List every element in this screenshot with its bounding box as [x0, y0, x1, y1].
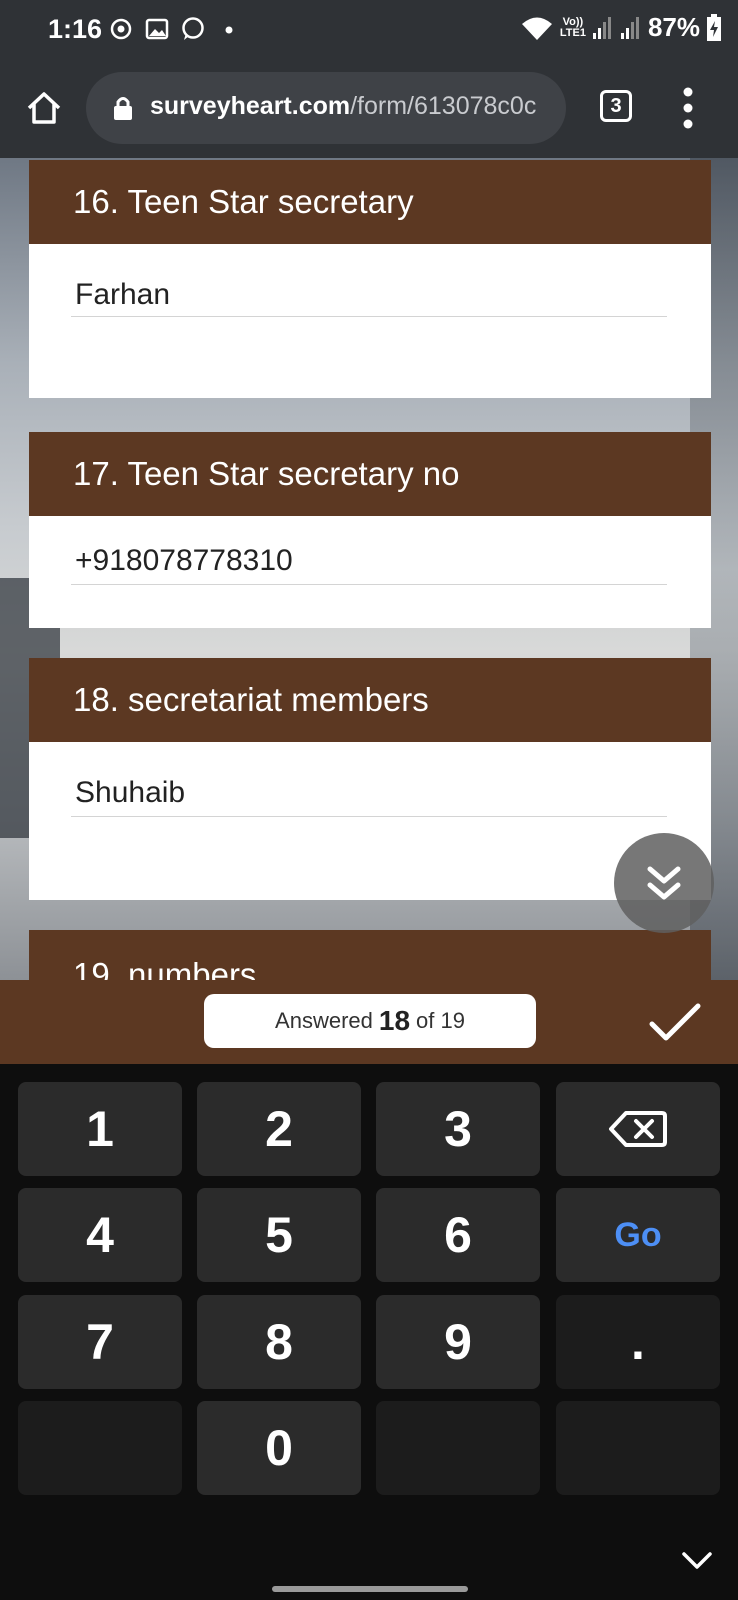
backspace-key[interactable]: [556, 1082, 720, 1176]
question-title: 18. secretariat members: [29, 658, 711, 742]
empty-key-middle: [376, 1401, 540, 1495]
question-title: 16. Teen Star secretary: [29, 160, 711, 244]
home-icon[interactable]: [24, 88, 64, 128]
notification-icons: [108, 16, 242, 42]
address-bar[interactable]: surveyheart.com/form/613078c0c: [86, 72, 566, 144]
answered-prefix: Answered: [275, 1008, 373, 1033]
answered-count: 18: [378, 1005, 411, 1036]
tab-switcher-button[interactable]: 3: [600, 90, 632, 122]
key-1[interactable]: 1: [18, 1082, 182, 1176]
key-2[interactable]: 2: [197, 1082, 361, 1176]
more-vert-icon[interactable]: [676, 86, 700, 130]
url-path: /form/613078c0c: [350, 92, 537, 120]
status-bar: 1:16 Vo)) LTE1 87%: [0, 0, 738, 64]
key-0[interactable]: 0: [197, 1401, 361, 1495]
status-time: 1:16: [48, 14, 103, 44]
url-text: surveyheart.com/form/613078c0c: [150, 92, 536, 121]
answer-underline: [71, 584, 667, 585]
answer-box[interactable]: Shuhaib: [29, 742, 711, 900]
wifi-icon: [521, 17, 552, 40]
settings-notification-icon: [110, 18, 132, 40]
answer-underline: [71, 316, 667, 317]
dot-key[interactable]: .: [556, 1295, 720, 1389]
signal-2-icon: [620, 16, 639, 39]
status-right: Vo)) LTE1 87%: [520, 12, 722, 43]
browser-toolbar: surveyheart.com/form/613078c0c 3: [0, 64, 738, 158]
key-8[interactable]: 8: [197, 1295, 361, 1389]
answered-suffix: of 19: [416, 1008, 465, 1033]
question-card-18: 18. secretariat members Shuhaib: [29, 658, 711, 900]
answer-box[interactable]: +918078778310: [29, 516, 711, 628]
whatsapp-notification-icon: [182, 17, 204, 40]
answer-text[interactable]: Farhan: [75, 278, 170, 312]
go-key[interactable]: Go: [556, 1188, 720, 1282]
double-chevron-down-icon: [647, 866, 681, 900]
more-notifications-dot-icon: [225, 26, 233, 34]
answer-underline: [71, 816, 667, 817]
url-domain: surveyheart.com: [150, 92, 351, 120]
battery-charging-icon: [707, 13, 721, 41]
key-7[interactable]: 7: [18, 1295, 182, 1389]
key-4[interactable]: 4: [18, 1188, 182, 1282]
scroll-down-button[interactable]: [614, 833, 714, 933]
battery-percent: 87%: [647, 12, 700, 42]
gesture-nav-pill[interactable]: [272, 1586, 468, 1592]
comma-key[interactable]: [556, 1401, 720, 1495]
question-title: 17. Teen Star secretary no: [29, 432, 711, 516]
submit-check-icon[interactable]: [648, 998, 702, 1046]
answered-counter: Answered 18 of 19: [204, 994, 536, 1048]
form-page: 16. Teen Star secretary Farhan 17. Teen …: [0, 158, 738, 980]
key-3[interactable]: 3: [376, 1082, 540, 1176]
backspace-icon: [609, 1111, 667, 1147]
question-card-19: 19. numbers: [29, 930, 711, 980]
signal-1-icon: [592, 16, 611, 39]
numeric-keyboard: 1 2 3 4 5 6 Go 7 8 9 . 0: [0, 1064, 738, 1600]
question-card-17: 17. Teen Star secretary no +918078778310: [29, 432, 711, 628]
answer-text[interactable]: +918078778310: [75, 544, 293, 578]
question-card-16: 16. Teen Star secretary Farhan: [29, 160, 711, 398]
progress-bar: Answered 18 of 19: [0, 980, 738, 1064]
answer-text[interactable]: Shuhaib: [75, 776, 185, 810]
answer-box[interactable]: Farhan: [29, 244, 711, 398]
question-title: 19. numbers: [29, 930, 711, 980]
gallery-notification-icon: [145, 18, 169, 40]
key-5[interactable]: 5: [197, 1188, 361, 1282]
key-6[interactable]: 6: [376, 1188, 540, 1282]
lock-icon: [114, 97, 132, 120]
empty-key-left: [18, 1401, 182, 1495]
key-9[interactable]: 9: [376, 1295, 540, 1389]
hide-keyboard-chevron-icon[interactable]: [680, 1544, 714, 1578]
volte-label: Vo)) LTE1: [559, 15, 586, 39]
